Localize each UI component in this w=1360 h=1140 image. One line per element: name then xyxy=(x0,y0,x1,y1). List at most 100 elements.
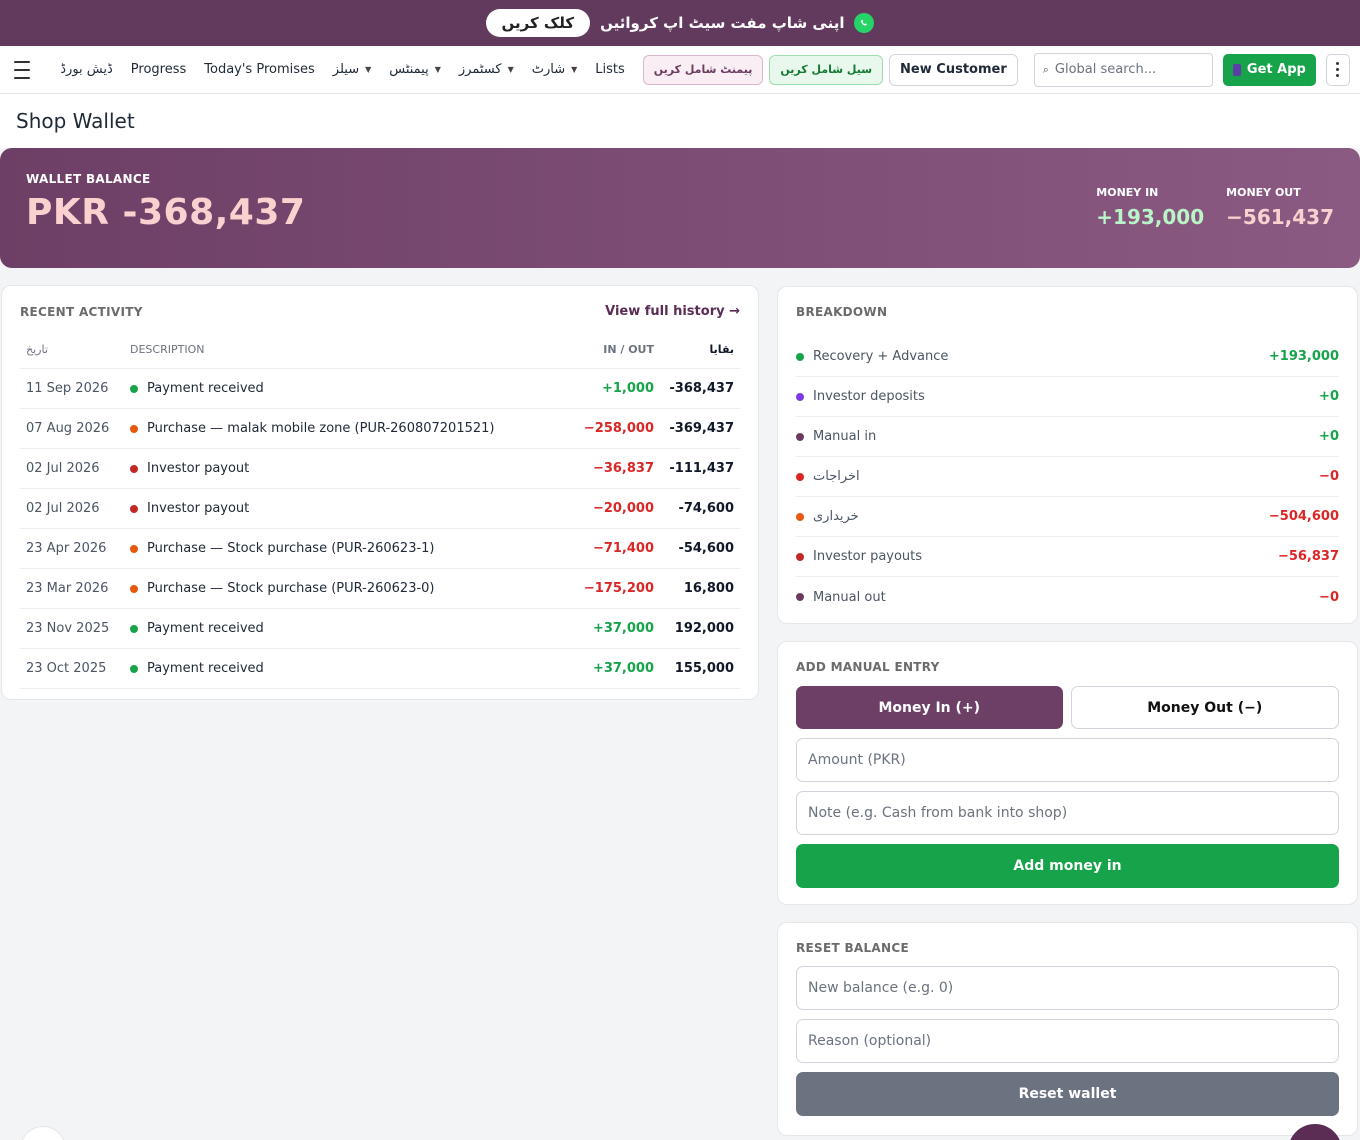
status-dot-icon xyxy=(796,432,804,441)
header-description: DESCRIPTION xyxy=(130,343,205,356)
nav-customers[interactable]: کسٹمرز ▼ xyxy=(459,62,514,77)
nav-lists[interactable]: Lists xyxy=(595,62,625,77)
new-customer-button[interactable]: New Customer xyxy=(889,53,1018,86)
wallet-balance-card: WALLET BALANCE PKR -368,437 MONEY IN +19… xyxy=(0,148,1360,268)
table-row[interactable]: 11 Sep 2026 Payment received +1,000 -368… xyxy=(20,369,740,409)
row-in-out: +37,000 xyxy=(592,621,654,636)
reset-reason-input[interactable] xyxy=(796,1019,1339,1063)
row-description-text: Payment received xyxy=(147,621,264,636)
status-dot-icon xyxy=(796,593,804,601)
money-in-stat: MONEY IN +193,000 xyxy=(1096,186,1204,229)
row-balance: -54,600 xyxy=(678,541,734,556)
amount-input[interactable] xyxy=(796,738,1339,782)
search-placeholder: Global search... xyxy=(1054,62,1157,77)
status-dot-icon xyxy=(130,504,138,513)
global-search[interactable]: ⌕ Global search... xyxy=(1033,52,1213,87)
promo-cta-button[interactable]: کلک کریں xyxy=(485,9,591,37)
table-row[interactable]: 23 Mar 2026 Purchase — Stock purchase (P… xyxy=(20,569,740,609)
row-date: 07 Aug 2026 xyxy=(26,421,110,436)
nav-payments[interactable]: پیمنٹس ▼ xyxy=(389,62,441,77)
top-navbar: ڈیش بورڈ Progress Today's Promises سیلز ▼… xyxy=(0,46,1360,94)
breakdown-item: Manual in +0 xyxy=(796,417,1339,457)
row-description-text: Investor payout xyxy=(147,461,250,476)
add-payment-button[interactable]: پیمنٹ شامل کریں xyxy=(642,54,764,85)
reset-wallet-button[interactable]: Reset wallet xyxy=(796,1072,1339,1116)
activity-table: تاریخ DESCRIPTION IN / OUT بقایا 11 Sep … xyxy=(20,343,740,689)
add-money-in-button[interactable]: Add money in xyxy=(796,844,1339,888)
table-row[interactable]: 07 Aug 2026 Purchase — malak mobile zone… xyxy=(20,409,740,449)
nav-dashboard[interactable]: ڈیش بورڈ xyxy=(60,62,113,77)
more-options-icon[interactable] xyxy=(1325,53,1350,86)
money-out-stat: MONEY OUT −561,437 xyxy=(1226,186,1334,229)
status-dot-icon xyxy=(130,384,138,393)
row-description-text: Purchase — malak mobile zone (PUR-260807… xyxy=(147,421,495,436)
row-description: Payment received xyxy=(130,621,536,636)
row-description: Purchase — Stock purchase (PUR-260623-1) xyxy=(130,541,536,556)
nav-sales[interactable]: سیلز ▼ xyxy=(333,62,371,77)
status-dot-icon xyxy=(796,512,804,521)
page-header: Shop Wallet xyxy=(0,94,1360,148)
breakdown-card: BREAKDOWN Recovery + Advance +193,000 In… xyxy=(777,286,1358,624)
recent-activity-title: RECENT ACTIVITY xyxy=(20,304,143,319)
row-date: 23 Oct 2025 xyxy=(26,661,107,676)
reset-balance-card: RESET BALANCE Reset wallet xyxy=(777,922,1358,1136)
row-balance: -74,600 xyxy=(678,501,734,516)
row-in-out: −36,837 xyxy=(592,461,654,476)
table-row[interactable]: 23 Nov 2025 Payment received +37,000 192… xyxy=(20,609,740,649)
breakdown-label: Investor deposits xyxy=(813,389,925,404)
row-date: 11 Sep 2026 xyxy=(26,381,109,396)
breakdown-title: BREAKDOWN xyxy=(796,305,888,319)
whatsapp-icon xyxy=(854,13,875,33)
new-balance-input[interactable] xyxy=(796,966,1339,1010)
nav-chart[interactable]: شارٹ ▼ xyxy=(532,62,578,77)
table-row[interactable]: 23 Apr 2026 Purchase — Stock purchase (P… xyxy=(20,529,740,569)
table-row[interactable]: 02 Jul 2026 Investor payout −36,837 -111… xyxy=(20,449,740,489)
note-input[interactable] xyxy=(796,791,1339,835)
manual-entry-title: ADD MANUAL ENTRY xyxy=(796,660,940,674)
money-out-tab[interactable]: Money Out (−) xyxy=(1070,686,1339,729)
header-in-out: IN / OUT xyxy=(603,343,654,356)
nav-links: ڈیش بورڈ Progress Today's Promises سیلز ▼… xyxy=(60,62,643,77)
row-balance: -111,437 xyxy=(669,461,734,476)
row-description-text: Investor payout xyxy=(147,501,250,516)
view-full-history-link[interactable]: View full history → xyxy=(605,304,740,319)
status-dot-icon xyxy=(796,352,804,361)
table-row[interactable]: 23 Oct 2025 Payment received +37,000 155… xyxy=(20,649,740,689)
header-date: تاریخ xyxy=(26,343,48,356)
get-app-button[interactable]: Get App xyxy=(1222,53,1316,86)
breakdown-item: Manual out −0 xyxy=(796,577,1339,617)
row-in-out: −258,000 xyxy=(583,421,654,436)
row-in-out: −71,400 xyxy=(592,541,654,556)
promo-banner: کلک کریں اپنی شاپ مفت سیٹ اپ کروائیں xyxy=(0,0,1360,46)
table-row[interactable]: 02 Jul 2026 Investor payout −20,000 -74,… xyxy=(20,489,740,529)
money-in-tab[interactable]: Money In (+) xyxy=(796,686,1063,729)
add-sale-button[interactable]: سیل شامل کریں xyxy=(769,54,884,85)
scroll-top-button[interactable] xyxy=(20,1126,66,1140)
hamburger-menu-icon[interactable] xyxy=(14,60,31,79)
reset-balance-title: RESET BALANCE xyxy=(796,941,909,955)
money-in-value: +193,000 xyxy=(1096,205,1205,229)
page-title: Shop Wallet xyxy=(16,109,135,133)
breakdown-item: اخراجات −0 xyxy=(796,457,1339,497)
status-dot-icon xyxy=(130,544,138,553)
breakdown-value: −0 xyxy=(1319,589,1339,605)
caret-down-icon: ▼ xyxy=(365,65,372,74)
add-manual-entry-card: ADD MANUAL ENTRY Money In (+) Money Out … xyxy=(777,641,1358,905)
row-description: Investor payout xyxy=(130,461,536,476)
breakdown-label: خریداری xyxy=(813,509,859,524)
status-dot-icon xyxy=(796,392,804,401)
row-in-out: −20,000 xyxy=(592,501,654,516)
status-dot-icon xyxy=(796,552,804,561)
breakdown-value: +0 xyxy=(1319,389,1339,404)
row-description-text: Purchase — Stock purchase (PUR-260623-0) xyxy=(147,581,435,596)
breakdown-item: Recovery + Advance +193,000 xyxy=(796,337,1339,377)
nav-progress[interactable]: Progress xyxy=(131,62,186,77)
breakdown-value: −56,837 xyxy=(1277,549,1339,564)
row-description-text: Purchase — Stock purchase (PUR-260623-1) xyxy=(147,541,435,556)
row-in-out: +1,000 xyxy=(601,381,654,396)
caret-down-icon: ▼ xyxy=(507,65,514,74)
nav-todays-promises[interactable]: Today's Promises xyxy=(204,62,315,77)
breakdown-value: −504,600 xyxy=(1268,509,1339,524)
row-balance: -369,437 xyxy=(669,421,734,436)
breakdown-value: +193,000 xyxy=(1268,349,1339,364)
